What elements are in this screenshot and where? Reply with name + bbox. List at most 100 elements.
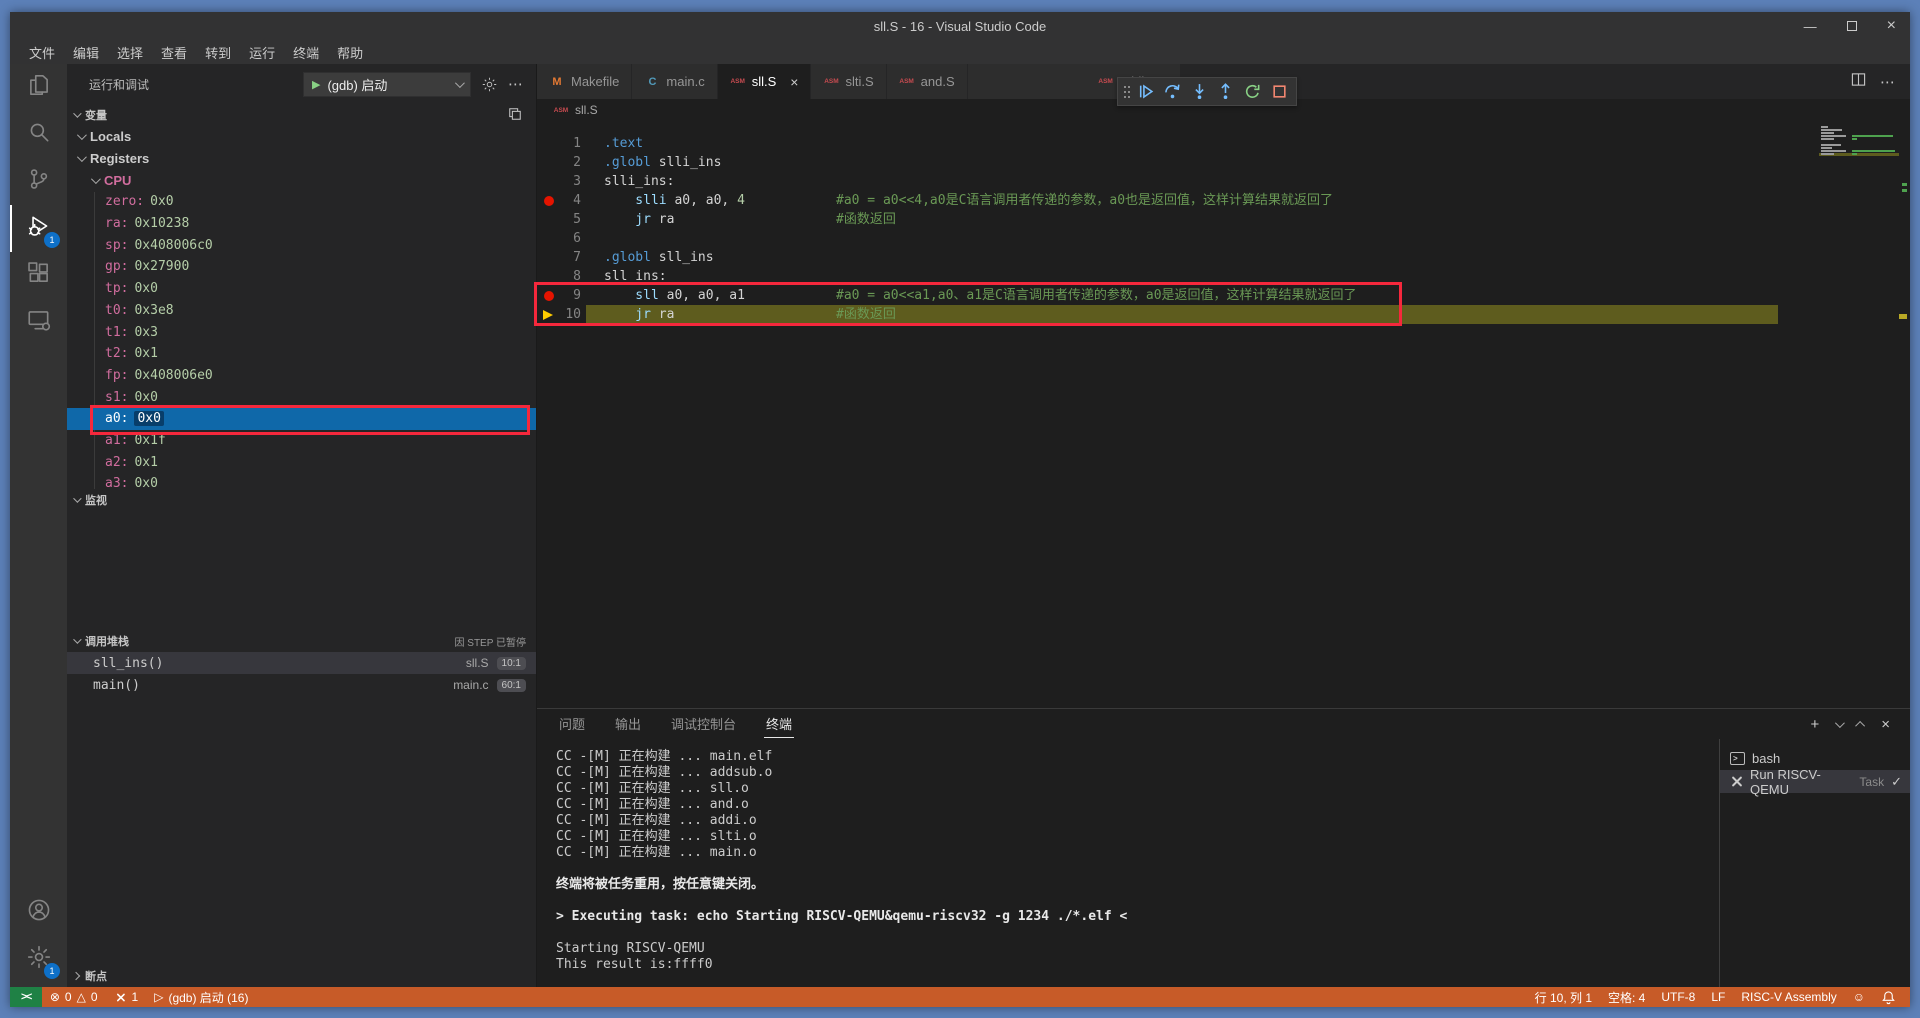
sidebar-item-source-control[interactable] [10, 158, 67, 205]
stop-button[interactable] [1267, 79, 1292, 105]
sidebar-item-search[interactable] [10, 111, 67, 158]
new-terminal-icon[interactable]: + [1810, 716, 1819, 733]
breakpoint-icon[interactable] [544, 291, 554, 301]
register-t2[interactable]: t2:0x1 [67, 343, 536, 365]
c-icon: C [644, 76, 660, 88]
maximize-panel-icon[interactable] [1855, 720, 1865, 730]
menu-item-8[interactable]: 帮助 [328, 43, 372, 62]
copy-icon[interactable] [508, 107, 522, 121]
gear-icon[interactable] [481, 76, 498, 93]
split-editor-icon[interactable] [1851, 72, 1866, 92]
notifications-button[interactable] [1873, 987, 1904, 1007]
status-indentation[interactable]: 空格: 4 [1600, 987, 1653, 1007]
register-a2[interactable]: a2:0x1 [67, 451, 536, 473]
code-line-5[interactable]: 5 jr ra#函数返回 [537, 210, 1910, 229]
code-line-1[interactable]: 1.text [537, 134, 1910, 153]
register-a3[interactable]: a3:0x0 [67, 473, 536, 489]
menu-item-7[interactable]: 终端 [284, 43, 328, 62]
settings-button[interactable]: 1 [10, 936, 67, 983]
ellipsis-icon[interactable]: ⋯ [1880, 73, 1896, 91]
breakpoint-icon[interactable] [544, 196, 554, 206]
register-t1[interactable]: t1:0x3 [67, 321, 536, 343]
close-button[interactable]: × [1887, 17, 1896, 35]
register-a1[interactable]: a1:0x1f [67, 430, 536, 452]
menu-item-3[interactable]: 选择 [108, 43, 152, 62]
code-line-8[interactable]: 8sll_ins: [537, 267, 1910, 286]
menu-item-2[interactable]: 编辑 [64, 43, 108, 62]
register-s1[interactable]: s1:0x0 [67, 386, 536, 408]
tree-group-CPU[interactable]: CPU [67, 169, 536, 191]
grip-icon[interactable] [1124, 86, 1126, 88]
panel-tab-问题[interactable]: 问题 [557, 710, 587, 738]
register-tp[interactable]: tp:0x0 [67, 278, 536, 300]
play-icon[interactable]: ▶ [312, 78, 320, 91]
panel-tab-输出[interactable]: 输出 [613, 710, 643, 738]
menu-item-5[interactable]: 转到 [196, 43, 240, 62]
sidebar-item-run-and-debug[interactable]: 1 [10, 205, 67, 252]
code-line-3[interactable]: 3slli_ins: [537, 172, 1910, 191]
minimap[interactable] [1819, 126, 1899, 156]
sidebar-item-explorer[interactable] [10, 64, 67, 111]
tree-group-Locals[interactable]: Locals [67, 126, 536, 148]
step-into-button[interactable] [1187, 79, 1212, 105]
code-line-4[interactable]: 4 slli a0, a0, 4#a0 = a0<<4,a0是C语言调用者传递的… [537, 191, 1910, 210]
maximize-button[interactable] [1847, 21, 1857, 31]
code-line-6[interactable]: 6 [537, 229, 1910, 248]
panel-tab-调试控制台[interactable]: 调试控制台 [669, 710, 738, 738]
panel-tab-终端[interactable]: 终端 [764, 710, 794, 738]
menu-item-4[interactable]: 查看 [152, 43, 196, 62]
close-icon[interactable]: × [790, 74, 798, 90]
tab-Makefile[interactable]: MMakefile [537, 64, 632, 99]
menu-item-1[interactable]: 文件 [20, 43, 64, 62]
tab-main.c[interactable]: Cmain.c [632, 64, 717, 99]
debug-configuration-dropdown[interactable]: ▶ (gdb) 启动 [303, 72, 471, 97]
tree-group-Registers[interactable]: Registers [67, 148, 536, 170]
chevron-down-icon[interactable] [1835, 718, 1845, 728]
stack-frame-sll_ins()[interactable]: sll_ins()sll.S10:1 [67, 652, 536, 674]
status-language-mode[interactable]: RISC-V Assembly [1733, 987, 1844, 1007]
tab-and.S[interactable]: ASMand.S [887, 64, 968, 99]
sidebar-item-remote-explorer[interactable] [10, 299, 67, 346]
sidebar-item-extensions[interactable] [10, 252, 67, 299]
terminal-line: This result is:ffff0 [556, 957, 1719, 973]
tab-sll.S[interactable]: ASMsll.S× [718, 64, 812, 99]
callstack-section-header[interactable]: 调用堆栈 因 STEP 已暂停 [67, 630, 536, 652]
step-out-button[interactable] [1213, 79, 1238, 105]
close-panel-icon[interactable]: × [1881, 716, 1890, 733]
breakpoints-section-header[interactable]: 断点 [67, 965, 536, 987]
watch-section-header[interactable]: 监视 [67, 489, 536, 511]
code-line-2[interactable]: 2.globl slli_ins [537, 153, 1910, 172]
status-cursor-position[interactable]: 行 10, 列 1 [1527, 987, 1600, 1007]
continue-button[interactable] [1133, 79, 1158, 105]
feedback-button[interactable]: ☺ [1845, 987, 1873, 1007]
problems-status[interactable]: ⊗0△0 [42, 987, 106, 1007]
terminal-item-Run RISCV-QEMU[interactable]: Run RISCV-QEMUTask✓ [1720, 770, 1910, 793]
code-line-9[interactable]: 9 sll a0, a0, a1#a0 = a0<<a1,a0、a1是C语言调用… [537, 286, 1910, 305]
register-ra[interactable]: ra:0x10238 [67, 213, 536, 235]
debug-session-status[interactable]: ▷(gdb) 启动 (16) [146, 987, 256, 1007]
minimize-button[interactable]: — [1804, 19, 1817, 34]
code-line-10[interactable]: 10 jr ra#函数返回 [537, 305, 1910, 324]
register-sp[interactable]: sp:0x408006c0 [67, 234, 536, 256]
code-line-7[interactable]: 7.globl sll_ins [537, 248, 1910, 267]
accounts-button[interactable] [10, 889, 67, 936]
stack-frame-main()[interactable]: main()main.c60:1 [67, 674, 536, 696]
step-over-button[interactable] [1160, 79, 1185, 105]
register-fp[interactable]: fp:0x408006e0 [67, 365, 536, 387]
restart-button[interactable] [1240, 79, 1265, 105]
menu-item-6[interactable]: 运行 [240, 43, 284, 62]
running-tasks-status[interactable]: 1 [106, 987, 147, 1007]
tab-slti.S[interactable]: ASMslti.S [811, 64, 886, 99]
remote-indicator[interactable]: >< [10, 987, 42, 1007]
register-a0[interactable]: a0:0x0 [67, 408, 536, 430]
register-gp[interactable]: gp:0x27900 [67, 256, 536, 278]
ellipsis-icon[interactable]: ⋯ [508, 75, 524, 93]
code-editor[interactable]: 1.text2.globl slli_ins3slli_ins:4 slli a… [537, 121, 1910, 708]
variables-section-header[interactable]: 变量 [67, 104, 536, 126]
terminal-output[interactable]: CC -[M] 正在构建 ... main.elfCC -[M] 正在构建 ..… [537, 739, 1719, 987]
sidebar-header: 运行和调试 ▶ (gdb) 启动 ⋯ [67, 64, 536, 104]
status-eol[interactable]: LF [1703, 987, 1733, 1007]
status-encoding[interactable]: UTF-8 [1653, 987, 1703, 1007]
register-t0[interactable]: t0:0x3e8 [67, 300, 536, 322]
register-zero[interactable]: zero:0x0 [67, 191, 536, 213]
